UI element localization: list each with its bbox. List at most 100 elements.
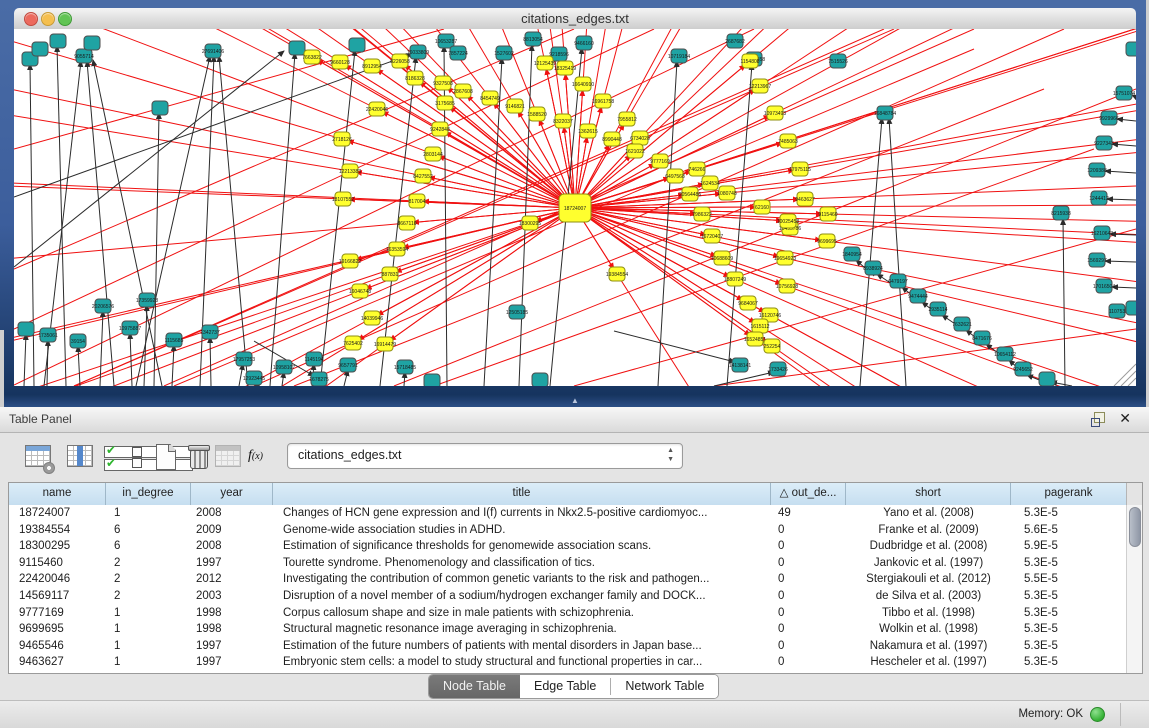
network-canvas[interactable]: 9055714276914061603380910653287152760294… [14, 29, 1136, 386]
graph-node[interactable]: 1569297 [1087, 253, 1107, 267]
graph-node[interactable]: 2935114 [928, 302, 947, 316]
table-cell[interactable]: 49 [771, 505, 846, 522]
graph-node[interactable]: 12213967 [749, 79, 771, 93]
graph-node[interactable]: 16720407 [701, 229, 723, 243]
table-settings-icon[interactable] [24, 442, 54, 472]
table-cell[interactable]: 1 [106, 605, 191, 622]
scrollbar-thumb[interactable] [1129, 507, 1141, 547]
graph-node[interactable]: 10719184 [668, 49, 690, 63]
table-cell[interactable]: 0 [771, 638, 846, 655]
graph-node[interactable]: 12213383 [339, 164, 361, 178]
table-header-row[interactable]: namein_degreeyeartitle△ out_de...shortpa… [9, 483, 1127, 506]
graph-node[interactable]: 7625402 [343, 336, 363, 350]
graph-node[interactable]: 10958107 [273, 360, 295, 374]
graph-node[interactable]: 19654923 [774, 251, 796, 265]
graph-node[interactable]: 1588520 [527, 107, 547, 121]
graph-node[interactable]: 1615112 [750, 319, 769, 333]
graph-node[interactable]: 12125439 [534, 56, 556, 70]
table-cell[interactable]: 0 [771, 555, 846, 572]
column-header-0[interactable]: name [9, 483, 106, 505]
table-cell[interactable]: 22420046 [9, 571, 106, 588]
table-cell[interactable]: Disruption of a novel member of a sodium… [273, 588, 771, 605]
graph-node[interactable]: 6497568 [665, 169, 685, 183]
graph-node[interactable]: 8990448 [602, 132, 622, 146]
column-header-2[interactable]: year [191, 483, 273, 505]
graph-node[interactable]: 16961758 [592, 94, 614, 108]
graph-node[interactable]: 2687682 [725, 34, 745, 48]
graph-node[interactable]: 18107552 [332, 192, 354, 206]
graph-node[interactable]: 1145194 [304, 352, 323, 366]
graph-node[interactable]: 8667110 [397, 216, 416, 230]
table-cell[interactable]: Franke et al. (2009) [846, 522, 1011, 539]
graph-node[interactable] [1126, 42, 1136, 56]
graph-node[interactable]: 8186328 [405, 71, 425, 85]
table-cell[interactable]: 9463627 [9, 654, 106, 671]
graph-node[interactable]: 18325419 [554, 61, 576, 75]
graph-node[interactable]: 1733426 [768, 362, 788, 376]
graph-node[interactable]: 17957253 [233, 352, 255, 366]
graph-node[interactable] [289, 41, 305, 55]
column-header-4[interactable]: △ out_de... [771, 483, 846, 505]
table-cell[interactable]: Estimation of significance thresholds fo… [273, 538, 771, 555]
table-cell[interactable]: 1 [106, 654, 191, 671]
unselect-all-icon[interactable] [124, 442, 154, 472]
table-cell[interactable]: Structural magnetic resonance image aver… [273, 621, 771, 638]
table-row[interactable]: 911546021997Tourette syndrome. Phenomeno… [9, 555, 1127, 572]
graph-node[interactable]: 8938924 [863, 261, 883, 275]
graph-node[interactable]: 15718485 [394, 360, 416, 374]
graph-node[interactable]: 2803144 [423, 147, 443, 161]
graph-node[interactable] [1039, 372, 1055, 386]
table-row[interactable]: 1830029562008Estimation of significance … [9, 538, 1127, 555]
graph-node[interactable]: 8454749 [480, 91, 500, 105]
graph-node[interactable]: 17016504 [1093, 279, 1115, 293]
table-row[interactable]: 1938455462009Genome-wide association stu… [9, 522, 1127, 539]
graph-node[interactable]: 9660128 [330, 55, 350, 69]
table-cell[interactable]: Yano et al. (2008) [846, 505, 1011, 522]
graph-node[interactable]: 9657791 [338, 358, 358, 372]
graph-node[interactable]: 9466160 [574, 36, 594, 50]
graph-node[interactable]: 9777169 [650, 154, 670, 168]
new-table-icon[interactable] [152, 442, 182, 472]
graph-node[interactable]: 9245652 [1013, 362, 1033, 376]
graph-node[interactable]: 9684067 [738, 296, 758, 310]
graph-node[interactable]: 8215938 [1051, 206, 1071, 220]
table-cell[interactable]: 6 [106, 538, 191, 555]
graph-node[interactable]: 9474444 [908, 289, 928, 303]
graph-node[interactable]: 20206576 [92, 299, 114, 313]
graph-node[interactable] [50, 34, 66, 48]
table-cell[interactable]: 14569117 [9, 588, 106, 605]
graph-node[interactable]: 12505185 [506, 305, 528, 319]
table-dropdown[interactable]: citations_edges.txt ▲▼ [287, 443, 683, 469]
graph-node[interactable]: 6479197 [888, 274, 908, 288]
graph-node[interactable]: 19384554 [606, 267, 628, 281]
graph-node[interactable]: 10654112 [994, 347, 1016, 361]
graph-node[interactable] [349, 38, 365, 52]
graph-node[interactable] [532, 373, 548, 386]
graph-node[interactable]: 1115685 [165, 333, 184, 347]
table-cell[interactable]: 1 [106, 505, 191, 522]
graph-node[interactable]: 62160 [754, 200, 770, 214]
table-cell[interactable]: 2 [106, 588, 191, 605]
graph-node[interactable]: 110753 [1109, 304, 1126, 318]
table-cell[interactable]: 19384554 [9, 522, 106, 539]
graph-node[interactable]: 10688609 [711, 251, 733, 265]
table-cell[interactable]: Nakamura et al. (1997) [846, 638, 1011, 655]
graph-node[interactable]: 7857224 [448, 46, 468, 60]
graph-node[interactable]: 9242848 [430, 122, 450, 136]
graph-node[interactable]: 10025458 [777, 214, 799, 228]
table-cell[interactable]: 5.6E-5 [1011, 522, 1127, 539]
table-cell[interactable]: 9465546 [9, 638, 106, 655]
graph-node[interactable]: 1362615 [578, 124, 598, 138]
graph-node[interactable]: 8322037 [553, 114, 573, 128]
graph-node[interactable] [84, 36, 100, 50]
graph-node[interactable]: 27691406 [202, 44, 224, 58]
graph-node[interactable] [424, 374, 440, 386]
table-cell[interactable]: 5.5E-5 [1011, 571, 1127, 588]
graph-hub-node[interactable]: 18724007 [559, 194, 591, 222]
table-cell[interactable]: 0 [771, 588, 846, 605]
table-cell[interactable]: 1998 [191, 605, 273, 622]
graph-node[interactable]: 9699695 [817, 234, 837, 248]
resize-grip[interactable] [1121, 371, 1136, 386]
graph-node[interactable]: 7632621 [952, 317, 972, 331]
graph-node[interactable]: 746266 [689, 162, 706, 176]
